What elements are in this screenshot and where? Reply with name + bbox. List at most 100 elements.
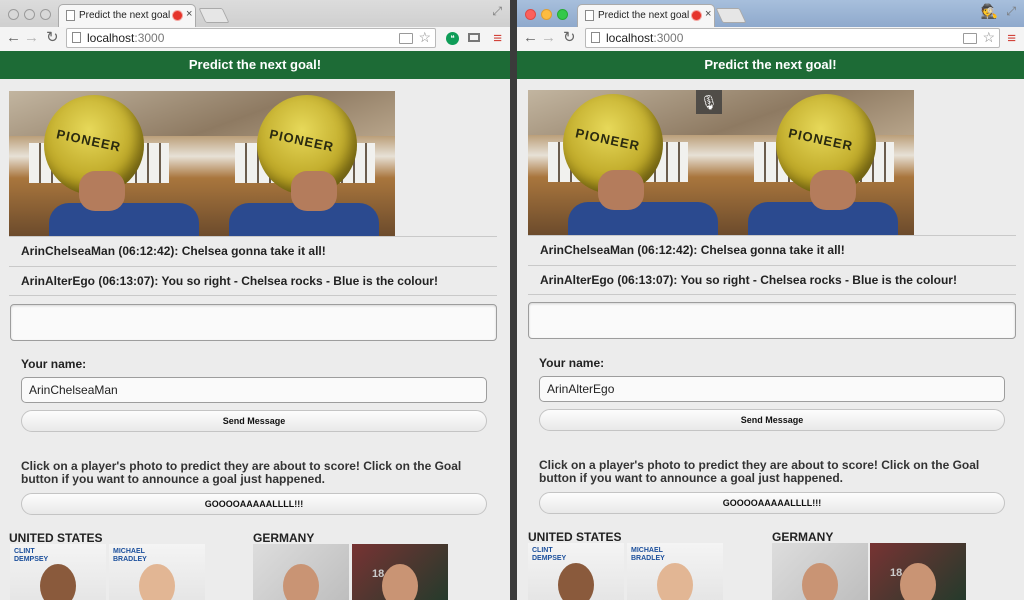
tab-title: Predict the next goal an	[598, 10, 693, 21]
goal-button[interactable]: GOOOOAAAAALLLL!!!	[539, 492, 1005, 514]
player-card-germany-1[interactable]	[253, 544, 349, 600]
player-name: MICHAEL BRADLEY	[113, 548, 147, 563]
address-bar[interactable]: localhost:3000 ☆	[585, 28, 1000, 48]
player-card-germany-2[interactable]: 18	[352, 544, 448, 600]
reload-icon[interactable]: ↻	[563, 29, 576, 47]
team-label-usa: UNITED STATES	[528, 530, 622, 544]
page-icon	[72, 32, 81, 43]
browser-toolbar: ← → ↻ localhost:3000 ☆ ≡	[517, 27, 1024, 52]
fullscreen-icon[interactable]: ⤢	[1006, 4, 1016, 19]
page-title: Predict the next goal!	[517, 51, 1024, 79]
player-card-bradley[interactable]: MICHAEL BRADLEY	[109, 544, 205, 600]
name-input[interactable]: ArinChelseaMan	[21, 377, 487, 403]
webcam-video: PIONEER PIONEER	[9, 91, 395, 236]
player-photo	[40, 564, 76, 600]
recording-icon	[692, 11, 701, 20]
chat-message: ArinChelseaMan (06:12:42): Chelsea gonna…	[528, 235, 1016, 265]
browser-tab[interactable]: Predict the next goal an ×	[58, 4, 196, 27]
incognito-icon: 🕵	[980, 3, 998, 19]
player-name: CLINT DEMPSEY	[532, 547, 567, 562]
player-card-dempsey[interactable]: CLINT DEMPSEY	[10, 544, 106, 600]
minimize-dot[interactable]	[541, 9, 552, 20]
send-message-button[interactable]: Send Message	[539, 409, 1005, 431]
menu-icon[interactable]: ≡	[1007, 30, 1016, 47]
recording-icon	[173, 11, 182, 20]
tab-strip: Predict the next goal an × 🕵 ⤢	[517, 0, 1024, 27]
page-title: Predict the next goal!	[0, 51, 510, 79]
new-tab-button[interactable]	[715, 8, 747, 23]
person-shirt	[49, 203, 199, 236]
url-text: localhost:3000	[87, 31, 165, 45]
reload-icon[interactable]: ↻	[46, 29, 59, 47]
browser-toolbar: ← → ↻ localhost:3000 ☆ ❝ ≡	[0, 27, 510, 52]
page-icon	[585, 10, 594, 21]
player-card-germany-1[interactable]	[772, 543, 868, 600]
tab-close-icon[interactable]: ×	[186, 8, 192, 20]
zoom-dot[interactable]	[40, 9, 51, 20]
name-label: Your name:	[539, 356, 605, 370]
player-photo	[382, 564, 418, 600]
browser-window-right: Predict the next goal an × 🕵 ⤢ ← → ↻ loc…	[517, 0, 1024, 600]
close-dot[interactable]	[525, 9, 536, 20]
minimize-dot[interactable]	[24, 9, 35, 20]
hand	[291, 171, 337, 211]
browser-tab[interactable]: Predict the next goal an ×	[577, 4, 715, 27]
player-card-bradley[interactable]: MICHAEL BRADLEY	[627, 543, 723, 600]
player-photo	[900, 563, 936, 600]
instruction-text: Click on a player's photo to predict the…	[539, 458, 980, 485]
hand	[810, 170, 856, 210]
team-label-germany: GERMANY	[253, 531, 315, 545]
bookmark-star-icon[interactable]: ☆	[982, 29, 995, 46]
cast-icon[interactable]	[468, 33, 480, 42]
address-bar[interactable]: localhost:3000 ☆	[66, 28, 436, 48]
tab-title: Predict the next goal an	[79, 10, 174, 21]
zoom-dot[interactable]	[557, 9, 568, 20]
camera-icon[interactable]	[399, 33, 413, 44]
chat-message: ArinChelseaMan (06:12:42): Chelsea gonna…	[9, 236, 497, 266]
forward-arrow-icon[interactable]: →	[24, 29, 39, 47]
new-tab-button[interactable]	[198, 8, 230, 23]
send-message-button[interactable]: Send Message	[21, 410, 487, 432]
microphone-icon[interactable]: 🎙	[696, 90, 722, 114]
goal-button[interactable]: GOOOOAAAAALLLL!!!	[21, 493, 487, 515]
player-photo	[283, 564, 319, 600]
player-card-dempsey[interactable]: CLINT DEMPSEY	[528, 543, 624, 600]
player-photo	[139, 564, 175, 600]
camera-icon[interactable]	[963, 33, 977, 44]
message-input[interactable]	[528, 302, 1016, 339]
player-name: CLINT DEMPSEY	[14, 548, 49, 563]
close-dot[interactable]	[8, 9, 19, 20]
player-card-germany-2[interactable]: 18	[870, 543, 966, 600]
player-name: MICHAEL BRADLEY	[631, 547, 665, 562]
menu-icon[interactable]: ≡	[493, 30, 502, 47]
chat-message: ArinAlterEgo (06:13:07): You so right - …	[528, 265, 1016, 295]
name-label: Your name:	[21, 357, 87, 371]
window-controls[interactable]	[8, 7, 56, 25]
page-icon	[66, 10, 75, 21]
back-arrow-icon[interactable]: ←	[6, 29, 21, 47]
message-input[interactable]	[10, 304, 497, 341]
webcam-video: PIONEER PIONEER 🎙	[528, 90, 914, 235]
window-divider	[510, 0, 517, 600]
bookmark-star-icon[interactable]: ☆	[418, 29, 431, 46]
hangouts-icon[interactable]: ❝	[446, 32, 459, 45]
person-shirt	[568, 202, 718, 235]
forward-arrow-icon[interactable]: →	[541, 29, 556, 47]
hand	[79, 171, 125, 211]
chat-message: ArinAlterEgo (06:13:07): You so right - …	[9, 266, 497, 296]
team-label-germany: GERMANY	[772, 530, 834, 544]
tab-close-icon[interactable]: ×	[705, 8, 711, 20]
page-icon	[591, 32, 600, 43]
browser-window-left: Predict the next goal an × ⤢ ← → ↻ local…	[0, 0, 510, 600]
name-input[interactable]: ArinAlterEgo	[539, 376, 1005, 402]
player-photo	[558, 563, 594, 600]
fullscreen-icon[interactable]: ⤢	[492, 4, 502, 19]
window-controls[interactable]	[525, 7, 573, 25]
tab-strip: Predict the next goal an × ⤢	[0, 0, 510, 27]
instruction-text: Click on a player's photo to predict the…	[21, 459, 462, 486]
hand	[598, 170, 644, 210]
player-photo	[657, 563, 693, 600]
url-text: localhost:3000	[606, 31, 684, 45]
back-arrow-icon[interactable]: ←	[523, 29, 538, 47]
player-photo	[802, 563, 838, 600]
